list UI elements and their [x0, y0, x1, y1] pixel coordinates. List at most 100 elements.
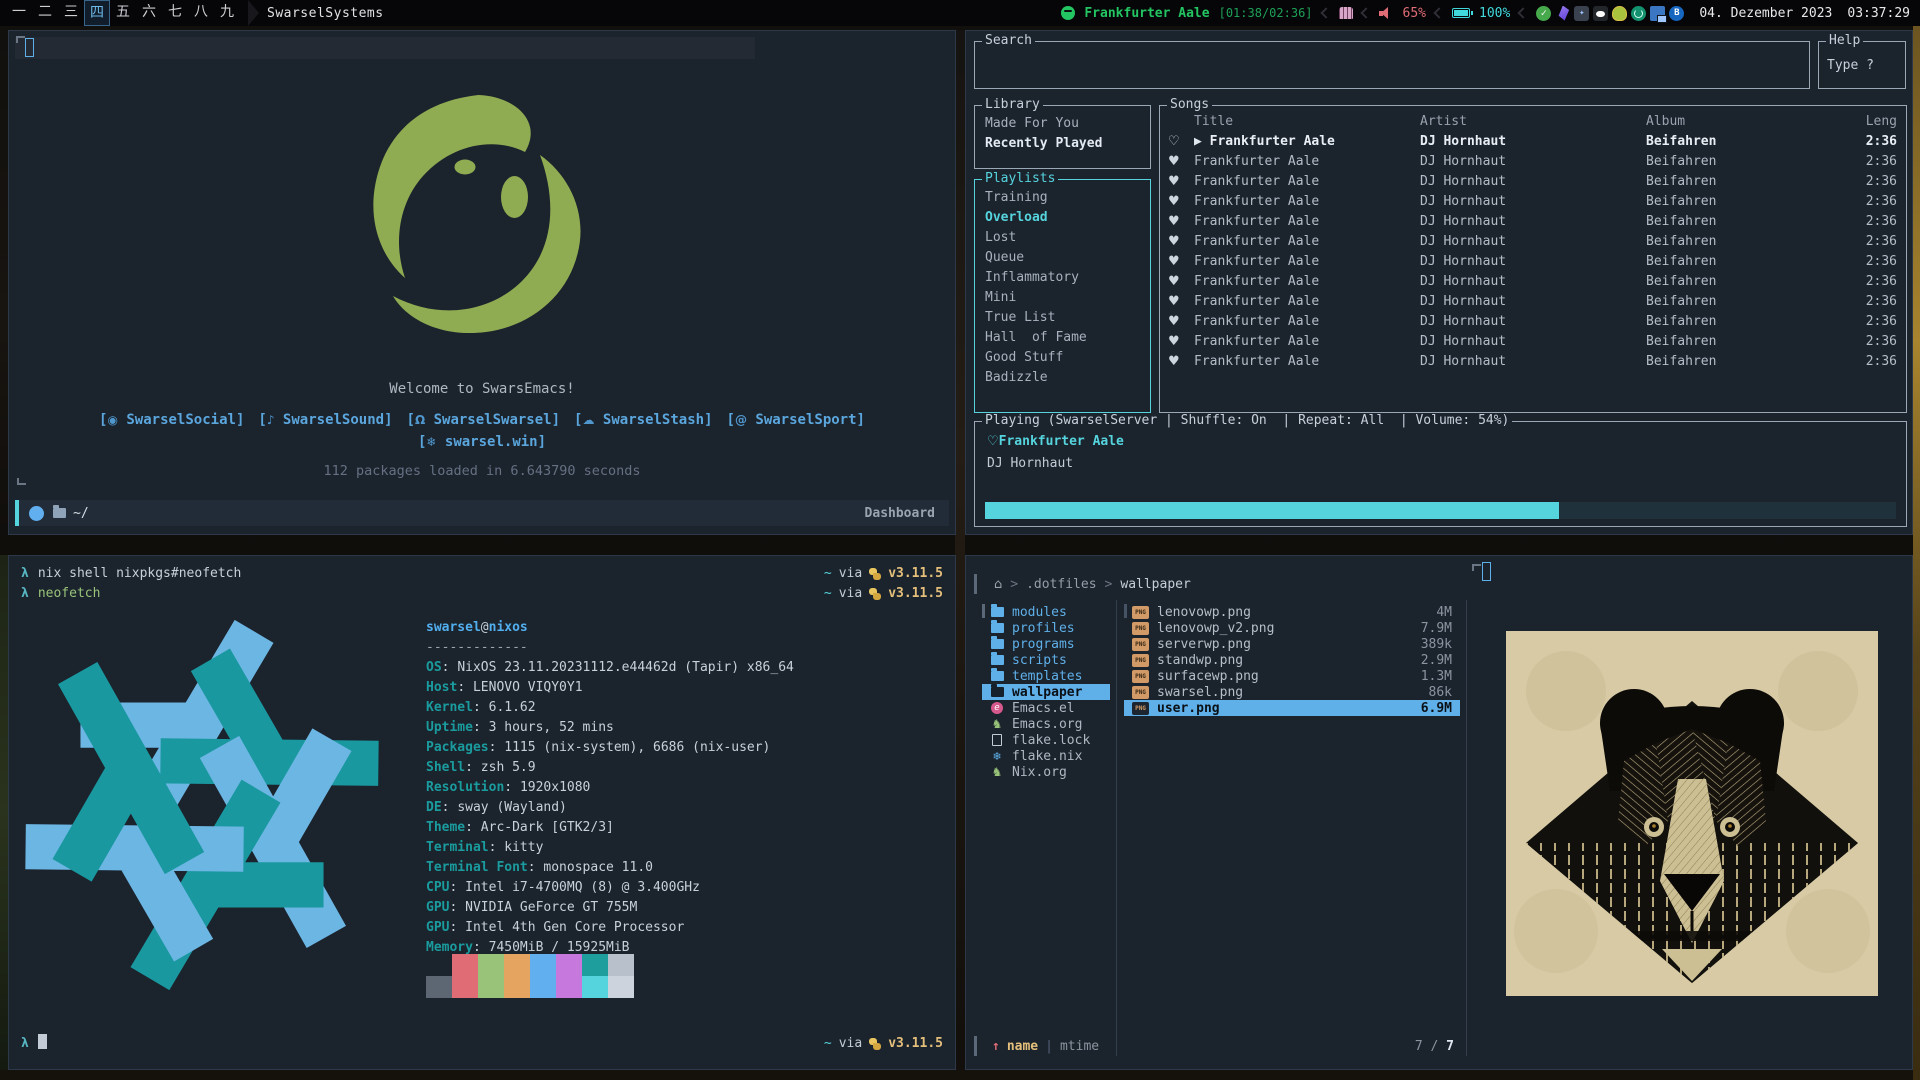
playlist-item[interactable]: Queue [985, 248, 1150, 268]
file-row[interactable]: standwp.png 2.9M [1124, 652, 1460, 668]
favorite-icon[interactable]: ♥ [1168, 272, 1194, 292]
dashboard-site-link[interactable]: [❄ swarsel.win] [418, 434, 546, 450]
directory-row[interactable]: flake.nix [982, 748, 1110, 764]
playlist-item[interactable]: Badizzle [985, 368, 1150, 388]
vpn-icon[interactable] [1555, 6, 1570, 21]
vault-icon[interactable] [1574, 6, 1589, 21]
favorite-icon[interactable]: ♡ [1168, 132, 1194, 152]
volume-percent[interactable]: 65% [1403, 6, 1426, 21]
playlist-item[interactable]: Inflammatory [985, 268, 1150, 288]
playlist-item[interactable]: True List [985, 308, 1150, 328]
png-file-icon [1132, 638, 1149, 651]
favorite-icon[interactable]: ♥ [1168, 252, 1194, 272]
search-box[interactable]: Search [974, 41, 1810, 89]
directory-row[interactable]: templates [982, 668, 1110, 684]
bluetooth-icon[interactable] [1669, 6, 1684, 21]
directory-row[interactable]: profiles [982, 620, 1110, 636]
file-row[interactable]: serverwp.png 389k [1124, 636, 1460, 652]
song-row[interactable]: ♥ Frankfurter Aale DJ Hornhaut Beifahren… [1160, 352, 1906, 372]
favorite-icon[interactable]: ♥ [1168, 152, 1194, 172]
favorite-icon[interactable]: ♥ [1168, 312, 1194, 332]
song-row[interactable]: ♥ Frankfurter Aale DJ Hornhaut Beifahren… [1160, 232, 1906, 252]
breadcrumb-item[interactable]: >wallpaper [1105, 576, 1191, 594]
song-row[interactable]: ♥ Frankfurter Aale DJ Hornhaut Beifahren… [1160, 312, 1906, 332]
favorite-icon[interactable]: ♥ [1168, 352, 1194, 372]
workspace-button[interactable]: 三 [58, 0, 84, 26]
playlist-item[interactable]: Training [985, 188, 1150, 208]
file-row[interactable]: lenovowp_v2.png 7.9M [1124, 620, 1460, 636]
syncthing-icon[interactable] [1631, 6, 1646, 21]
spotify-icon[interactable] [1061, 6, 1075, 20]
favorite-icon[interactable]: ♥ [1168, 332, 1194, 352]
playlist-item[interactable]: Overload [985, 208, 1150, 228]
workspace-button[interactable]: 五 [110, 0, 136, 26]
turtle-icon[interactable] [1612, 6, 1627, 21]
favorite-icon[interactable]: ♥ [1168, 292, 1194, 312]
dashboard-link[interactable]: [◉ SwarselSocial] [99, 412, 244, 428]
song-row[interactable]: ♥ Frankfurter Aale DJ Hornhaut Beifahren… [1160, 192, 1906, 212]
favorite-icon[interactable]: ♥ [1168, 192, 1194, 212]
library-item[interactable]: Recently Played [985, 134, 1150, 154]
column-artist[interactable]: Artist [1420, 112, 1646, 132]
song-row[interactable]: ♥ Frankfurter Aale DJ Hornhaut Beifahren… [1160, 272, 1906, 292]
song-row[interactable]: ♥ Frankfurter Aale DJ Hornhaut Beifahren… [1160, 172, 1906, 192]
search-box-label: Search [982, 33, 1035, 48]
seek-bar[interactable] [985, 502, 1896, 519]
dashboard-link[interactable]: [Ω SwarselSwarsel] [407, 412, 561, 428]
dashboard-link[interactable]: [☁ SwarselStash] [574, 412, 712, 428]
favorite-icon[interactable]: ♥ [1168, 212, 1194, 232]
workspace-button[interactable]: 六 [136, 0, 162, 26]
song-row[interactable]: ♥ Frankfurter Aale DJ Hornhaut Beifahren… [1160, 332, 1906, 352]
directory-row[interactable]: Emacs.el [982, 700, 1110, 716]
piano-icon[interactable] [1339, 7, 1353, 19]
dashboard-link[interactable]: [@ SwarselSport] [727, 412, 865, 428]
playlist-item[interactable]: Hall of Fame [985, 328, 1150, 348]
sort-mode-label[interactable]: name [1007, 1038, 1038, 1056]
song-row[interactable]: ♥ Frankfurter Aale DJ Hornhaut Beifahren… [1160, 292, 1906, 312]
column-title[interactable]: Title [1194, 112, 1420, 132]
sort-ascending-icon[interactable]: ↑ [992, 1038, 1000, 1056]
file-row[interactable]: surfacewp.png 1.3M [1124, 668, 1460, 684]
dashboard-link[interactable]: [♪ SwarselSound] [258, 412, 392, 428]
directory-row[interactable]: programs [982, 636, 1110, 652]
song-row[interactable]: ♥ Frankfurter Aale DJ Hornhaut Beifahren… [1160, 252, 1906, 272]
song-row[interactable]: ♥ Frankfurter Aale DJ Hornhaut Beifahren… [1160, 152, 1906, 172]
file-row[interactable]: swarsel.png 86k [1124, 684, 1460, 700]
workspace-button[interactable]: 九 [214, 0, 240, 26]
favorite-icon[interactable]: ♥ [1168, 172, 1194, 192]
directory-row[interactable]: flake.lock [982, 732, 1110, 748]
workspace-button[interactable]: 四 [84, 0, 110, 26]
playlist-item[interactable]: Lost [985, 228, 1150, 248]
file-row[interactable]: lenovowp.png 4M [1124, 604, 1460, 620]
playlist-item[interactable]: Mini [985, 288, 1150, 308]
workspace-button[interactable]: 二 [32, 0, 58, 26]
file-row[interactable]: user.png 6.9M [1124, 700, 1460, 716]
directory-row[interactable]: Emacs.org [982, 716, 1110, 732]
workspace-button[interactable]: 一 [6, 0, 32, 26]
volume-icon[interactable] [1379, 7, 1394, 19]
home-icon[interactable]: ⌂ [994, 576, 1002, 594]
song-row[interactable]: ♥ Frankfurter Aale DJ Hornhaut Beifahren… [1160, 212, 1906, 232]
fringe-corner-icon [16, 36, 25, 43]
favorite-icon[interactable]: ♥ [1168, 232, 1194, 252]
workspace-button[interactable]: 七 [162, 0, 188, 26]
favorite-icon[interactable]: ♡ [987, 434, 999, 449]
workspace-button[interactable]: 八 [188, 0, 214, 26]
library-item[interactable]: Made For You [985, 114, 1150, 134]
now-playing-track[interactable]: Frankfurter Aale [1084, 6, 1209, 21]
column-album[interactable]: Album [1646, 112, 1844, 132]
column-length[interactable]: Leng [1844, 112, 1906, 132]
discord-icon[interactable] [1593, 6, 1608, 21]
breadcrumb-item[interactable]: >.dotfiles [1010, 576, 1096, 594]
verified-icon[interactable] [1536, 6, 1551, 21]
shell-prompt-line[interactable]: λ ~ via v3.11.5 [9, 1034, 955, 1054]
png-file-icon [1132, 702, 1149, 715]
song-row[interactable]: ♡ ▶ Frankfurter Aale DJ Hornhaut Beifahr… [1160, 132, 1906, 152]
screenshare-icon[interactable] [1650, 6, 1665, 21]
sort-alt-label[interactable]: mtime [1060, 1038, 1099, 1056]
directory-row[interactable]: wallpaper [982, 684, 1110, 700]
directory-row[interactable]: scripts [982, 652, 1110, 668]
directory-row[interactable]: modules [982, 604, 1110, 620]
playlist-item[interactable]: Good Stuff [985, 348, 1150, 368]
directory-row[interactable]: Nix.org [982, 764, 1110, 780]
